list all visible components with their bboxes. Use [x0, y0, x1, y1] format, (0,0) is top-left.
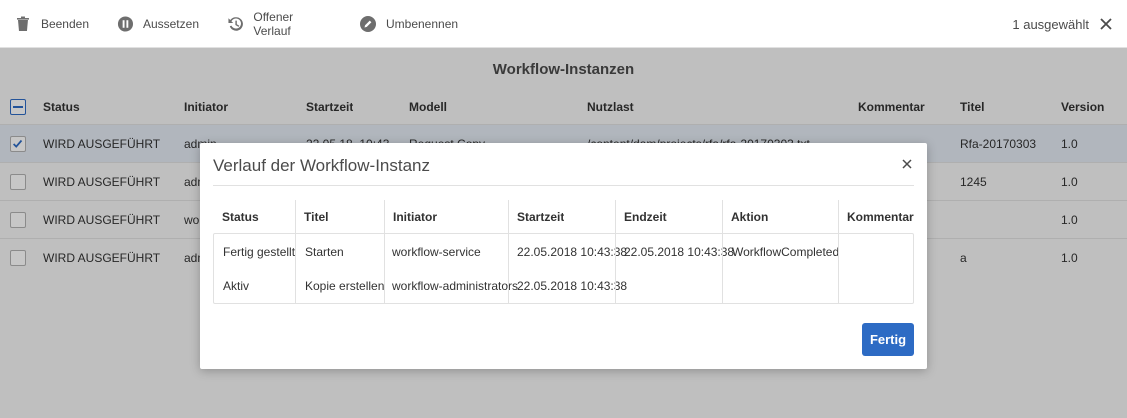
history-dialog: Verlauf der Workflow-Instanz Status Tite… [200, 143, 927, 369]
rename-label: Umbenennen [386, 16, 459, 31]
hrow-aktion: WorkflowCompleted [732, 245, 840, 259]
column-divider [722, 200, 723, 304]
column-divider [295, 200, 296, 304]
suspend-button[interactable]: Aussetzen [103, 0, 213, 48]
trash-icon [16, 16, 29, 31]
history-row: Aktiv Kopie erstellen workflow-administr… [214, 269, 913, 303]
open-history-label: Offener Verlauf [253, 9, 294, 38]
history-icon [228, 16, 243, 31]
hrow-endzeit: 22.05.2018 10:43:38 [624, 245, 735, 259]
history-table-body: Fertig gestellt Starten workflow-service… [213, 233, 914, 304]
hcol-status: Status [222, 210, 259, 224]
selection-count: 1 ausgewählt [1012, 16, 1089, 32]
open-history-button[interactable]: Offener Verlauf [213, 0, 345, 48]
hrow-initiator: workflow-administrators [392, 279, 519, 293]
dialog-divider [213, 185, 914, 186]
action-toolbar: Beenden Aussetzen Offener Verlauf Umbene… [0, 0, 1127, 48]
hcol-startzeit: Startzeit [517, 210, 565, 224]
hrow-startzeit: 22.05.2018 10:43:38 [517, 279, 628, 293]
hrow-status: Aktiv [223, 279, 250, 293]
column-divider [615, 200, 616, 304]
selection-status: 1 ausgewählt [1012, 0, 1113, 48]
hcol-initiator: Initiator [393, 210, 437, 224]
hrow-initiator: workflow-service [392, 245, 481, 259]
dialog-title: Verlauf der Workflow-Instanz [213, 156, 430, 175]
suspend-label: Aussetzen [142, 16, 199, 31]
hcol-kommentar: Kommentar [847, 210, 914, 224]
column-divider [508, 200, 509, 304]
column-divider [384, 200, 385, 304]
hrow-status: Fertig gestellt [223, 245, 296, 259]
hcol-aktion: Aktion [731, 210, 769, 224]
done-button[interactable]: Fertig [862, 323, 914, 356]
hcol-titel: Titel [304, 210, 329, 224]
hrow-startzeit: 22.05.2018 10:43:38 [517, 245, 628, 259]
terminate-label: Beenden [40, 16, 89, 31]
close-selection-icon[interactable] [1099, 17, 1113, 31]
pause-icon [117, 15, 134, 32]
history-table-header: Status Titel Initiator Startzeit Endzeit… [213, 200, 914, 234]
rename-button[interactable]: Umbenennen [345, 0, 475, 48]
terminate-button[interactable]: Beenden [0, 0, 103, 48]
hcol-endzeit: Endzeit [624, 210, 667, 224]
pencil-icon [360, 15, 376, 32]
column-divider [838, 200, 839, 304]
close-icon[interactable] [902, 159, 912, 169]
history-row: Fertig gestellt Starten workflow-service… [214, 235, 913, 269]
hrow-titel: Starten [305, 245, 344, 259]
hrow-titel: Kopie erstellen [305, 279, 385, 293]
